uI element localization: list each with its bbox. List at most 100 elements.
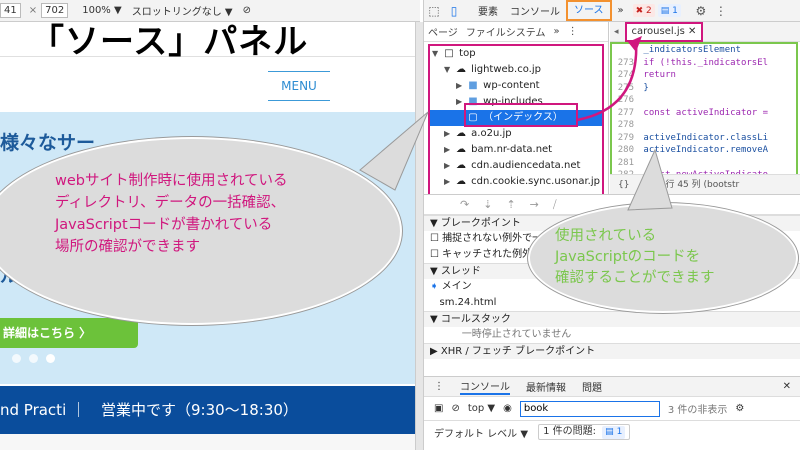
tree-arrow-icon[interactable]: ▶ [456,94,466,110]
code-line[interactable]: 281 [612,157,796,170]
hidden-count: 3 件の非表示 [667,405,728,416]
step-out-icon[interactable]: ⇡ [506,198,515,211]
tree-item[interactable]: ▶ ■ wp-content [430,78,602,94]
tree-arrow-icon[interactable]: ▶ [456,78,466,94]
file-tab-carousel[interactable]: carousel.js ✕ [624,21,704,42]
callstack-header: コールスタック [440,314,511,325]
file-tab-label: carousel.js [631,25,685,37]
close-icon[interactable]: ✕ [688,26,696,37]
tree-arrow-icon[interactable]: ▶ [444,142,454,158]
nav-more-icon[interactable]: » [554,26,560,37]
inspect-icon[interactable]: ⬚ [424,4,444,18]
nav-menu-icon[interactable]: ⋮ [568,26,578,37]
tree-item[interactable]: ▼ □ top [430,46,602,62]
deactivate-breakpoints-icon[interactable]: ⧸ [553,198,557,212]
carousel-dot[interactable] [12,354,21,363]
code-line[interactable]: _indicatorsElement [612,44,796,57]
tree-item[interactable]: ▶ ☁ cdn.audiencedata.net [430,158,602,174]
tree-arrow-icon[interactable]: ▼ [444,62,454,78]
width-input[interactable]: 41 [0,3,21,18]
menu-button[interactable]: MENU [268,71,330,101]
tab-elements[interactable]: 要素 [472,3,504,18]
issues-button[interactable]: 1 件の問題: ▤ 1 [538,424,631,440]
callout-left-line: 場所の確認ができます [55,239,200,255]
resume-icon[interactable]: ↷ [460,198,469,211]
split-handle[interactable] [415,22,423,450]
code-line[interactable]: 280 activeIndicator.removeA [612,144,796,157]
gear-icon[interactable]: ⚙ [691,4,711,18]
code-line[interactable]: 276 [612,94,796,107]
file-tree: ▼ □ top ▼ ☁ lightweb.co.jp ▶ ■ wp-content ▶ ■ w… [428,44,604,194]
line-number[interactable]: 278 [612,119,638,132]
step-into-icon[interactable]: ⇣ [483,198,492,211]
step-icon[interactable]: → [530,198,539,211]
line-number[interactable]: 279 [612,132,638,145]
tree-arrow-icon[interactable]: ▶ [444,126,454,142]
line-number[interactable]: 274 [612,69,638,82]
line-number[interactable]: 276 [612,94,638,107]
code-line[interactable]: 274 return [612,69,796,82]
more-tabs-icon[interactable]: » [612,5,630,16]
callout-left-line: webサイト制作時に使用されている [55,173,288,189]
drawer-tab-console[interactable]: コンソール [460,378,510,395]
message-icon: ▤ [660,5,670,16]
console-settings-icon[interactable]: ⚙ [735,403,744,414]
tree-item[interactable]: ▶ ☁ bam.nr-data.net [430,142,602,158]
code-line[interactable]: 278 [612,119,796,132]
tree-item[interactable]: ▶ ■ wp-includes [430,94,602,110]
code-line[interactable]: 273 if (!this._indicatorsEl [612,57,796,70]
drawer-tab-whats-new[interactable]: 最新情報 [526,379,566,394]
error-count: 2 [646,5,652,16]
callstack-section[interactable]: ▼ コールスタック [424,311,800,327]
console-drawer: ⋮ コンソール 最新情報 問題 ✕ ▣ ⊘ top ▼ ◉ 3 件の非表示 ⚙ … [424,376,800,450]
message-badge[interactable]: ▤ 1 [657,4,681,17]
tab-console[interactable]: コンソール [504,3,566,18]
line-number[interactable]: 277 [612,107,638,120]
code-line[interactable]: 277 const activeIndicator = [612,107,796,120]
clear-console-icon[interactable]: ⊘ [451,403,459,414]
eye-icon[interactable]: ◉ [503,403,512,414]
tree-item-label: wp-content [480,80,540,91]
tab-sources[interactable]: ソース [566,0,612,21]
main-thread-label: メイン [441,281,472,292]
page-bottom [0,434,415,450]
xhr-breakpoints-section[interactable]: ▶ XHR / フェッチ ブレークポイント [424,343,800,359]
code-view[interactable]: _indicatorsElement 273 if (!this._indicat… [610,42,798,190]
detail-button[interactable]: 詳細はこちら 〉 [0,318,138,348]
log-levels-select[interactable]: デフォルト レベル ▼ [434,425,528,440]
sidebar-toggle-icon[interactable]: ▣ [434,403,443,414]
tree-arrow-icon[interactable]: ▶ [444,174,454,190]
console-filter-input[interactable] [519,400,660,417]
code-text: const activeIndicator = [638,107,769,118]
toggle-navigator-icon[interactable]: ◂ [614,27,619,37]
line-number[interactable]: 273 [612,57,638,70]
tree-item[interactable]: ▢ （インデックス） [430,110,602,126]
line-number[interactable]: 280 [612,144,638,157]
tree-item-label: lightweb.co.jp [468,64,541,75]
code-line[interactable]: 279 activeIndicator.classLi [612,132,796,145]
line-number[interactable]: 275 [612,82,638,95]
tree-arrow-icon[interactable]: ▶ [444,158,454,174]
current-thread-icon: ➧ [430,281,439,292]
code-line[interactable]: 275 } [612,82,796,95]
tree-item[interactable]: ▶ ☁ cdn.cookie.sync.usonar.jp [430,174,602,190]
carousel-dot-active[interactable] [46,354,55,363]
tree-item[interactable]: ▶ ☁ a.o2u.jp [430,126,602,142]
drawer-tab-issues[interactable]: 問題 [582,379,602,394]
kebab-menu-icon[interactable]: ⋮ [711,4,731,18]
device-toggle-icon[interactable]: ▯ [444,4,464,18]
carousel-dot[interactable] [29,354,38,363]
drawer-menu-icon[interactable]: ⋮ [434,381,444,392]
tree-arrow-icon[interactable]: ▼ [432,46,442,62]
line-number[interactable]: 281 [612,157,638,170]
drawer-close-icon[interactable]: ✕ [783,381,791,392]
callout-right-line: 使用されている [555,228,657,244]
nav-tab-page[interactable]: ページ [428,24,458,39]
carousel-indicators [12,354,55,363]
editor-status-bar: {} 行 45 列 (bootstr [610,174,800,194]
callout-left-line: JavaScriptコードが書かれている [55,217,273,233]
context-select[interactable]: top ▼ [468,403,495,414]
tree-item[interactable]: ▼ ☁ lightweb.co.jp [430,62,602,78]
nav-tab-filesystem[interactable]: ファイルシステム [466,24,546,39]
error-badge[interactable]: ✖ 2 [632,4,655,17]
